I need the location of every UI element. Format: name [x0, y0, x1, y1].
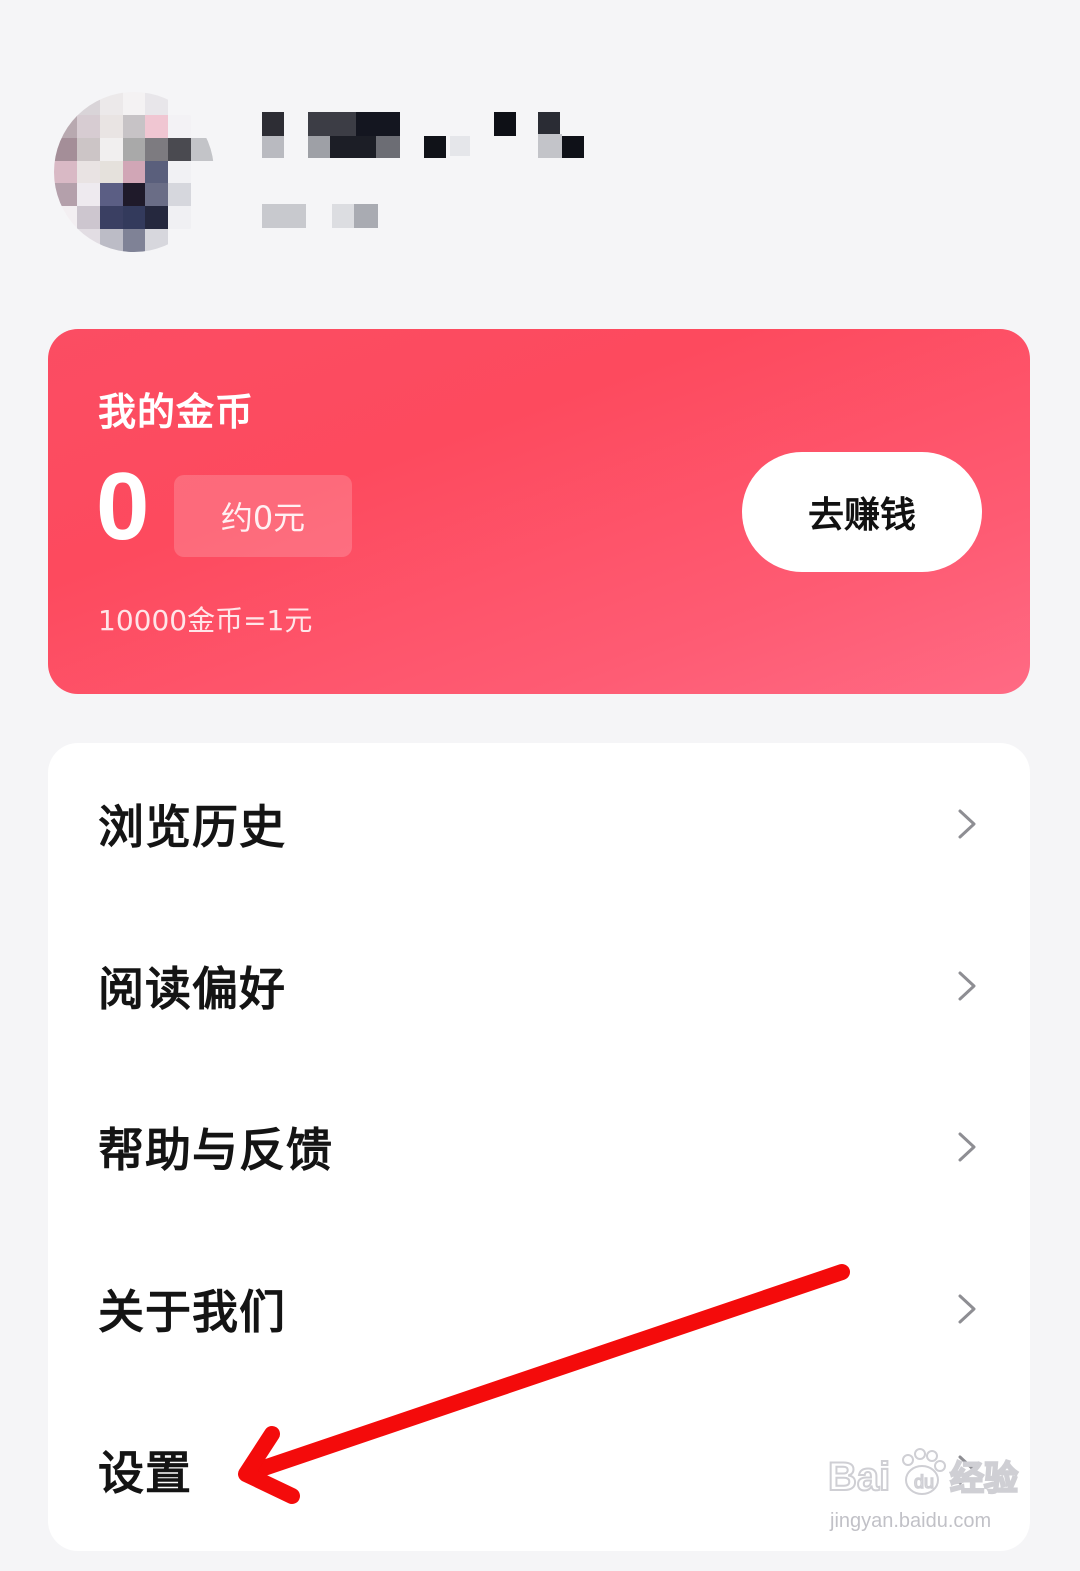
menu-item-help-feedback[interactable]: 帮助与反馈: [48, 1066, 1030, 1228]
menu-item-browse-history[interactable]: 浏览历史: [48, 743, 1030, 905]
coin-amount: 0: [96, 453, 150, 560]
svg-text:经验: 经验: [950, 1459, 1018, 1499]
baidu-paw-logo-icon: Bai du 经验: [827, 1448, 1019, 1500]
coin-yuan-equivalent: 约0元: [174, 475, 352, 557]
chevron-right-icon: [958, 971, 976, 1001]
coin-card-title: 我的金币: [98, 390, 255, 434]
chevron-right-icon: [958, 1132, 976, 1162]
watermark-url: jingyan.baidu.com: [830, 1510, 992, 1532]
chevron-right-icon: [958, 809, 976, 839]
avatar[interactable]: [54, 92, 214, 252]
earn-money-button[interactable]: 去赚钱: [742, 452, 982, 572]
svg-text:du: du: [914, 1472, 934, 1492]
user-id-pixelated: [262, 204, 382, 230]
username-pixelated: [262, 112, 592, 160]
baidu-jingyan-watermark: Bai du 经验 jingyan.baidu.com: [826, 1444, 1026, 1544]
menu-item-label: 关于我们: [98, 1285, 286, 1339]
menu-item-label: 设置: [98, 1446, 192, 1500]
menu-item-reading-preference[interactable]: 阅读偏好: [48, 905, 1030, 1067]
coin-card: 我的金币 0 约0元 10000金币=1元 去赚钱: [48, 329, 1030, 694]
coin-exchange-rate: 10000金币=1元: [98, 604, 313, 637]
menu-list: 浏览历史 阅读偏好 帮助与反馈 关于我们 设置: [48, 743, 1030, 1551]
menu-item-label: 阅读偏好: [98, 962, 286, 1016]
menu-item-label: 浏览历史: [98, 800, 286, 854]
menu-item-about-us[interactable]: 关于我们: [48, 1228, 1030, 1390]
svg-text:Bai: Bai: [828, 1455, 890, 1499]
chevron-right-icon: [958, 1294, 976, 1324]
menu-item-label: 帮助与反馈: [98, 1123, 333, 1177]
